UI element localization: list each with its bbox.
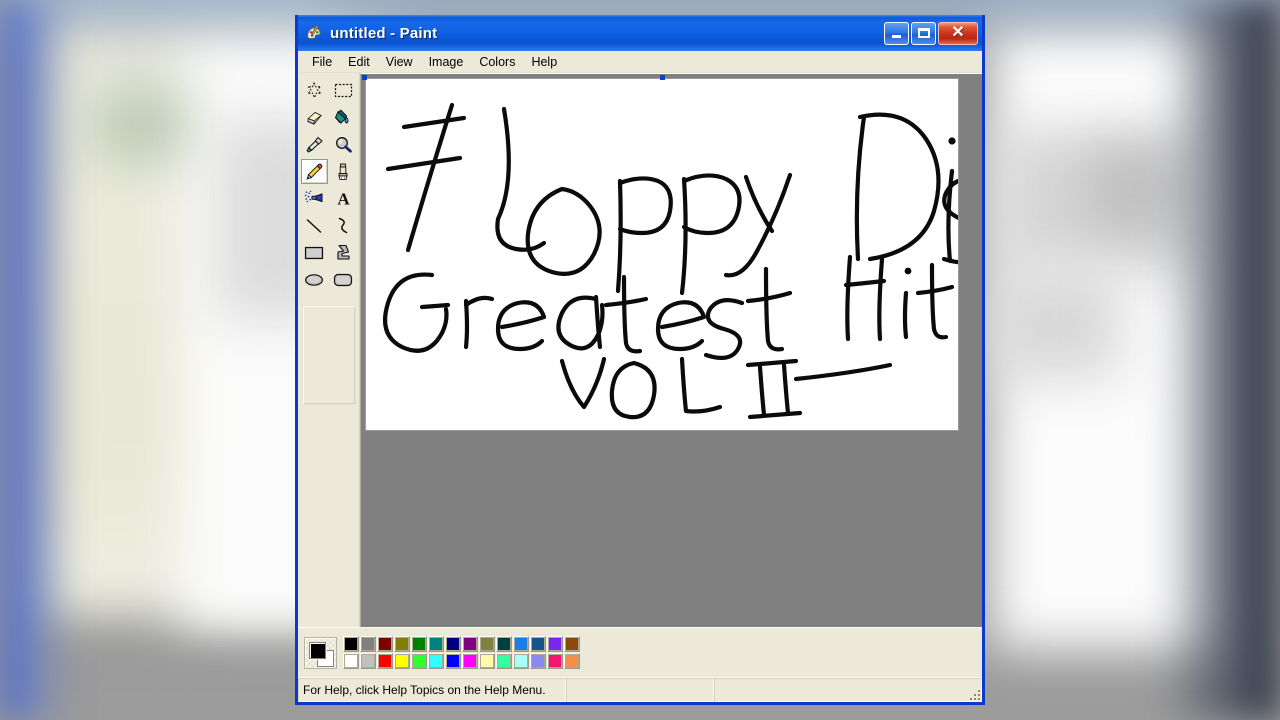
palette-swatch[interactable] xyxy=(564,653,580,669)
minimize-icon xyxy=(892,35,901,38)
window-title: untitled - Paint xyxy=(330,24,438,42)
status-message: For Help, click Help Topics on the Help … xyxy=(298,678,566,702)
menu-colors[interactable]: Colors xyxy=(471,53,523,71)
tool-fill[interactable] xyxy=(330,105,357,130)
tool-free-form-select[interactable] xyxy=(301,78,328,103)
tool-brush[interactable] xyxy=(330,159,357,184)
canvas-handle-top-left[interactable] xyxy=(362,75,367,80)
palette-swatch[interactable] xyxy=(496,653,512,669)
primary-color-swatch[interactable] xyxy=(309,641,326,659)
canvas-handle-top-center[interactable] xyxy=(660,75,665,80)
palette-swatch[interactable] xyxy=(394,636,410,652)
palette-swatch[interactable] xyxy=(513,653,529,669)
status-pane-selection-size xyxy=(714,678,982,702)
palette-swatch[interactable] xyxy=(530,653,546,669)
paint-canvas[interactable] xyxy=(365,78,959,431)
palette-swatch[interactable] xyxy=(462,636,478,652)
canvas-workspace[interactable] xyxy=(360,73,982,627)
palette-swatch[interactable] xyxy=(428,636,444,652)
tool-polygon[interactable] xyxy=(330,240,357,265)
palette-swatch[interactable] xyxy=(394,653,410,669)
palette-swatch[interactable] xyxy=(479,653,495,669)
status-bar: For Help, click Help Topics on the Help … xyxy=(298,677,982,702)
canvas-wrapper xyxy=(362,75,959,431)
close-icon: ✕ xyxy=(951,24,965,41)
resize-grip-icon[interactable] xyxy=(968,688,980,700)
bg-blur-shape xyxy=(1090,150,1170,230)
window-titlebar[interactable]: untitled - Paint ✕ xyxy=(298,15,982,51)
tool-grid: A xyxy=(300,77,358,293)
canvas-drawing xyxy=(383,102,958,420)
toolbox: A xyxy=(298,73,360,627)
close-button[interactable]: ✕ xyxy=(938,21,978,45)
menu-view[interactable]: View xyxy=(378,53,421,71)
palette-swatch[interactable] xyxy=(496,636,512,652)
palette-swatch[interactable] xyxy=(445,636,461,652)
maximize-button[interactable] xyxy=(911,21,936,45)
svg-text:A: A xyxy=(337,190,350,207)
bg-blur-shape xyxy=(95,90,185,160)
palette-swatch[interactable] xyxy=(479,636,495,652)
palette-grid xyxy=(343,636,580,669)
tool-magnifier[interactable] xyxy=(330,132,357,157)
tool-line[interactable] xyxy=(301,213,328,238)
palette-swatch[interactable] xyxy=(411,636,427,652)
work-area: A xyxy=(298,73,982,627)
palette-swatch[interactable] xyxy=(547,636,563,652)
tool-options-panel xyxy=(301,305,356,405)
palette-swatch[interactable] xyxy=(360,653,376,669)
palette-swatch[interactable] xyxy=(343,653,359,669)
menu-image[interactable]: Image xyxy=(421,53,472,71)
palette-swatch[interactable] xyxy=(428,653,444,669)
tool-rectangle-select[interactable] xyxy=(330,78,357,103)
menu-edit[interactable]: Edit xyxy=(340,53,378,71)
palette-swatch[interactable] xyxy=(343,636,359,652)
tool-airbrush[interactable] xyxy=(301,186,328,211)
palette-swatch[interactable] xyxy=(462,653,478,669)
minimize-button[interactable] xyxy=(884,21,909,45)
palette-swatch[interactable] xyxy=(377,636,393,652)
tool-curve[interactable] xyxy=(330,213,357,238)
palette-swatch[interactable] xyxy=(547,653,563,669)
palette-swatch[interactable] xyxy=(411,653,427,669)
tool-rounded-rectangle[interactable] xyxy=(330,267,357,292)
tool-color-picker[interactable] xyxy=(301,132,328,157)
tool-eraser[interactable] xyxy=(301,105,328,130)
status-pane-cursor-position xyxy=(566,678,714,702)
palette-swatch[interactable] xyxy=(530,636,546,652)
palette-swatch[interactable] xyxy=(445,653,461,669)
tool-ellipse[interactable] xyxy=(301,267,328,292)
tool-pencil[interactable] xyxy=(300,159,328,184)
menu-file[interactable]: File xyxy=(304,53,340,71)
current-colors-indicator[interactable] xyxy=(304,636,337,669)
palette-swatch[interactable] xyxy=(564,636,580,652)
paint-palette-icon xyxy=(305,24,323,42)
window-controls: ✕ xyxy=(884,21,978,45)
maximize-icon xyxy=(917,28,930,38)
bg-vignette-left xyxy=(0,0,70,720)
tool-rectangle[interactable] xyxy=(301,240,328,265)
bg-vignette-right xyxy=(1160,0,1280,720)
palette-swatch[interactable] xyxy=(377,653,393,669)
paint-window: untitled - Paint ✕ File Edit View Image … xyxy=(295,15,985,705)
tool-text[interactable]: A xyxy=(330,186,357,211)
menu-help[interactable]: Help xyxy=(523,53,565,71)
menu-bar: File Edit View Image Colors Help xyxy=(298,51,982,73)
palette-swatch[interactable] xyxy=(360,636,376,652)
bg-blur-shape xyxy=(990,270,1120,380)
color-palette-bar xyxy=(298,627,982,677)
palette-swatch[interactable] xyxy=(513,636,529,652)
